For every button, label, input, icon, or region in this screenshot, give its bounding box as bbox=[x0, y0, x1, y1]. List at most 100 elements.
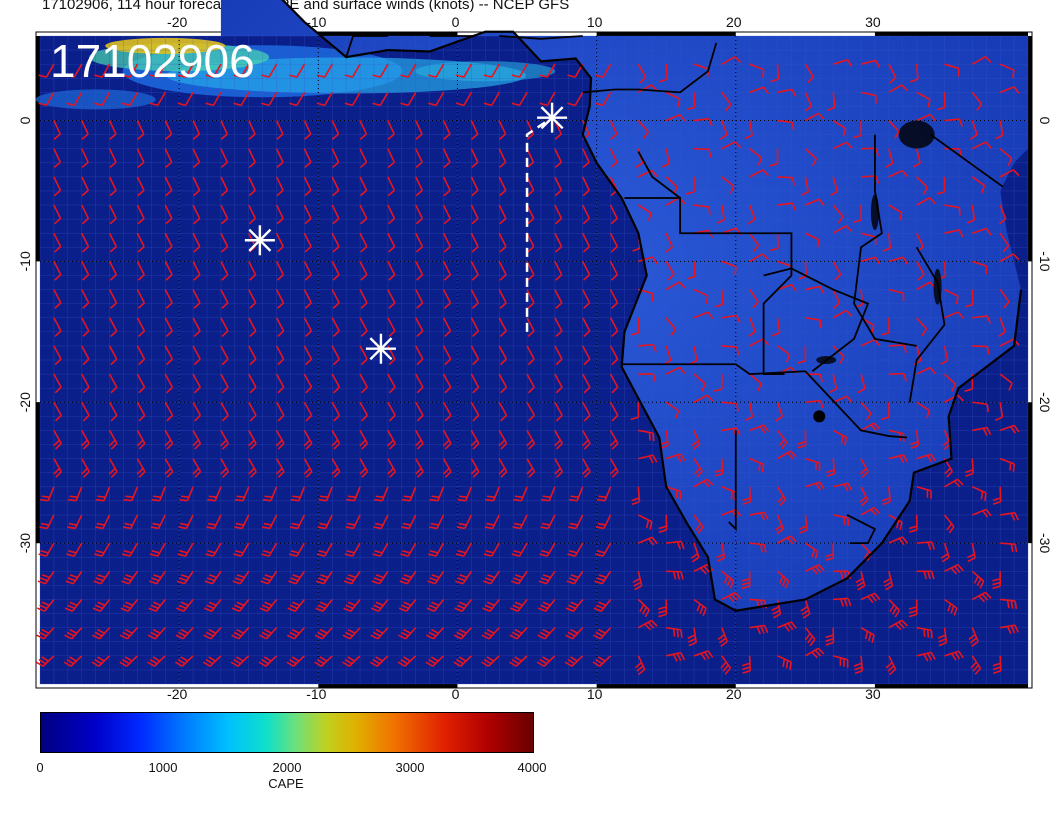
wind-barb-flag bbox=[402, 498, 411, 502]
x-tick-label-bottom: 10 bbox=[587, 686, 603, 700]
wind-barb-flag bbox=[926, 629, 930, 638]
wind-barb-flag bbox=[598, 495, 607, 499]
wind-barb-flag bbox=[68, 498, 77, 502]
wind-barb-flag bbox=[843, 517, 846, 526]
wind-barb-flag bbox=[375, 495, 384, 499]
wind-barb-flag bbox=[179, 498, 188, 502]
frame-band-left bbox=[36, 36, 40, 121]
x-tick-label-top: 10 bbox=[587, 14, 603, 30]
wind-barb-flag bbox=[923, 628, 926, 638]
wind-barb-flag bbox=[1012, 463, 1016, 472]
star-marker-2 bbox=[244, 225, 275, 256]
colorbar-tick-2: 2000 bbox=[272, 760, 302, 775]
wind-barb-flag bbox=[429, 498, 439, 502]
wind-barb-flag bbox=[986, 404, 990, 413]
map-plot: -20 -20 -10 -10 0 0 10 10 20 20 30 30 0 0 -10 -10 -20 -20… bbox=[17, 0, 1053, 700]
wind-barb-flag bbox=[207, 498, 216, 502]
wind-barb bbox=[999, 486, 1002, 502]
y-tick-label-left: -30 bbox=[17, 533, 33, 553]
cape-colorbar bbox=[40, 712, 534, 753]
wind-barb bbox=[1000, 542, 1016, 546]
frame-band-top bbox=[596, 32, 736, 36]
wind-barb-flag bbox=[319, 495, 329, 499]
colorbar-tick-0: 0 bbox=[36, 760, 44, 775]
wind-barb bbox=[971, 458, 974, 474]
frame-band-top bbox=[874, 32, 1028, 36]
x-tick-label-top: -10 bbox=[306, 14, 326, 30]
wind-barb-flag bbox=[125, 495, 134, 499]
wind-barb bbox=[637, 486, 641, 502]
x-tick-label-bottom: 20 bbox=[726, 686, 742, 700]
x-tick-label-bottom: 0 bbox=[452, 686, 460, 700]
wind-barb-flag bbox=[730, 490, 734, 500]
frame-band-left bbox=[36, 120, 40, 262]
wind-barb-flag bbox=[290, 498, 299, 502]
x-tick-label-top: -20 bbox=[167, 14, 187, 30]
x-tick-label-top: 20 bbox=[726, 14, 742, 30]
wind-barb-flag bbox=[486, 495, 496, 499]
wind-barb-flag bbox=[459, 495, 468, 499]
wind-barb-flag bbox=[819, 319, 822, 329]
y-tick-label-left: -10 bbox=[17, 251, 33, 271]
wind-barb bbox=[804, 261, 808, 277]
wind-barb bbox=[693, 261, 696, 277]
wind-barb-flag bbox=[958, 207, 961, 216]
star-marker-1 bbox=[537, 102, 568, 133]
wind-barb-flag bbox=[708, 206, 711, 216]
lake bbox=[933, 268, 942, 305]
wind-barb-flag bbox=[676, 629, 680, 638]
wind-barb-flag bbox=[680, 629, 683, 638]
wind-barb-flag bbox=[513, 498, 522, 502]
wind-barb-flag bbox=[347, 495, 356, 499]
wind-barb-flag bbox=[514, 495, 523, 499]
wind-barb-flag bbox=[151, 498, 160, 502]
wind-barb-flag bbox=[403, 495, 412, 499]
y-tick-label-right: -30 bbox=[1037, 533, 1053, 553]
wind-barb-flag bbox=[318, 498, 327, 502]
wind-barb-flag bbox=[791, 122, 795, 131]
wind-barb-flag bbox=[235, 498, 244, 502]
y-tick-label-left: -20 bbox=[17, 392, 33, 412]
wind-barb-flag bbox=[40, 498, 49, 502]
colorbar-tick-4: 4000 bbox=[517, 760, 547, 775]
wind-barb-flag bbox=[569, 498, 578, 502]
wind-barb-flag bbox=[652, 433, 655, 442]
wind-barb-flag bbox=[542, 495, 551, 499]
frame-band-right bbox=[1028, 402, 1032, 544]
y-tick-label-left: 0 bbox=[17, 116, 33, 124]
wind-barb-flag bbox=[41, 495, 50, 499]
wind-barb-flag bbox=[930, 630, 933, 639]
wind-barb-flag bbox=[847, 517, 850, 526]
wind-barb-flag bbox=[292, 495, 301, 499]
wind-barb-flag bbox=[69, 495, 78, 499]
x-tick-label-top: 30 bbox=[865, 14, 881, 30]
wind-barb-flag bbox=[123, 498, 132, 502]
wind-barb bbox=[943, 261, 947, 277]
wind-barb-flag bbox=[596, 498, 606, 502]
wind-barb bbox=[972, 345, 988, 348]
wind-barb-flag bbox=[236, 495, 245, 499]
wind-barb bbox=[888, 344, 904, 347]
wind-barb bbox=[721, 289, 724, 305]
wind-barb bbox=[665, 64, 669, 80]
x-tick-label-bottom: -10 bbox=[306, 686, 326, 700]
lake bbox=[870, 194, 879, 231]
wind-barb-flag bbox=[431, 495, 440, 499]
lake bbox=[816, 356, 837, 364]
wind-barb-flag bbox=[570, 495, 579, 499]
wind-barb-flag bbox=[262, 498, 272, 502]
frame-band-bottom bbox=[318, 684, 458, 688]
wind-barb-flag bbox=[264, 495, 273, 499]
wind-barb-flag bbox=[208, 495, 217, 499]
wind-barb-flag bbox=[648, 432, 651, 441]
frame-band-right bbox=[1028, 120, 1032, 262]
wind-barb-flag bbox=[1009, 462, 1012, 471]
wind-barb bbox=[721, 458, 724, 474]
wind-barb-flag bbox=[758, 462, 761, 471]
wind-barb-flag bbox=[180, 495, 189, 499]
wind-barb-flag bbox=[374, 498, 383, 502]
star-marker-3 bbox=[365, 333, 396, 364]
pan bbox=[813, 410, 826, 423]
y-tick-label-right: -10 bbox=[1037, 251, 1053, 271]
lake bbox=[898, 120, 935, 149]
